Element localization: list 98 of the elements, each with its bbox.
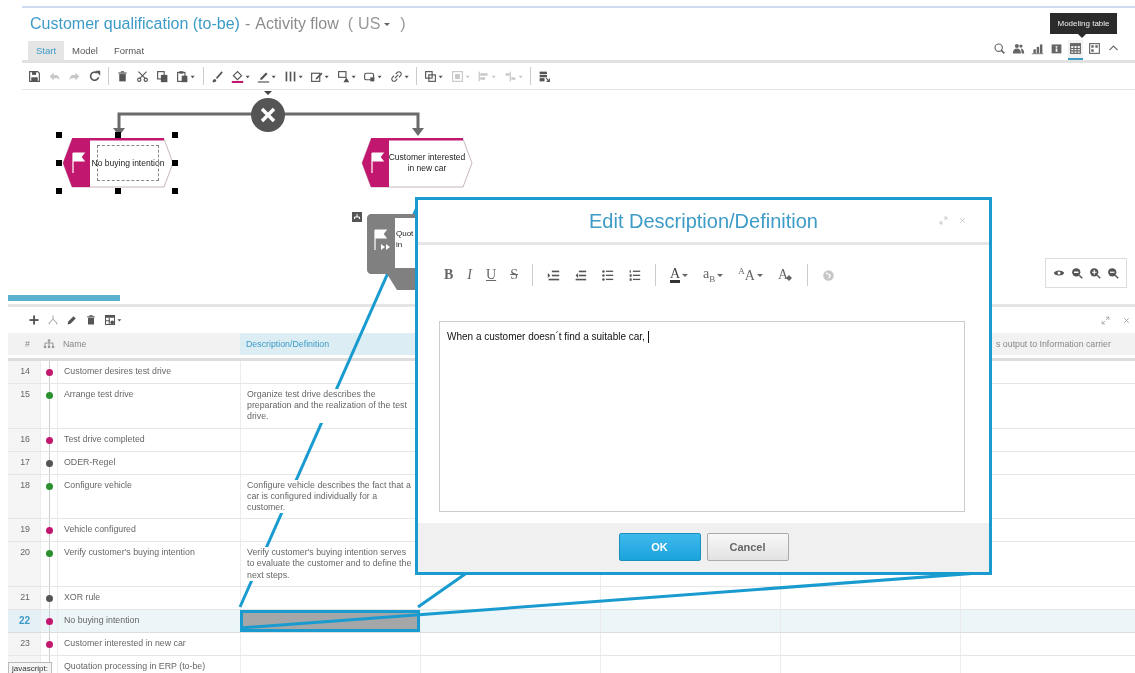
numbered-list-icon[interactable] — [627, 268, 641, 282]
zoom-in-icon[interactable] — [1089, 267, 1101, 279]
table-cell: Arrange test drive — [64, 389, 134, 399]
row-number: 23 — [8, 632, 40, 655]
caret-icon[interactable] — [681, 271, 690, 279]
row-number: 16 — [8, 428, 40, 451]
format-button[interactable]: a$_{B}$ — [703, 266, 725, 284]
table-cell: Test drive completed — [64, 433, 145, 444]
node-label: No buying intention — [90, 138, 166, 188]
column-header[interactable]: Name — [63, 339, 87, 349]
flag-icon — [374, 229, 388, 251]
row-number: 15 — [8, 384, 40, 428]
hierarchy-icon — [42, 339, 55, 349]
format-button[interactable]: S — [510, 267, 518, 283]
paint-bucket-icon[interactable] — [230, 69, 250, 83]
table-row[interactable]: 23 Customer interested in new car — [8, 632, 1135, 656]
table-cell: Vehicle configured — [64, 524, 136, 535]
zoom-out-icon[interactable] — [1107, 267, 1119, 279]
people-icon[interactable] — [1012, 42, 1025, 55]
table-cell: No buying intention — [64, 614, 140, 625]
event-node[interactable]: No buying intention — [62, 138, 174, 188]
format-button[interactable]: B — [444, 267, 454, 283]
selection-frame[interactable] — [56, 132, 180, 194]
table-cell: Quotation processing in ERP (to-be) — [64, 660, 206, 671]
shapes-icon[interactable] — [336, 69, 356, 83]
row-number: 22 — [8, 609, 40, 632]
scissors-icon[interactable] — [136, 69, 149, 83]
table-cell: ODER-Regel — [64, 456, 116, 467]
row-number: 20 — [8, 542, 40, 586]
table-cell: Customer desires test drive — [64, 366, 172, 376]
model-type: Activity flow — [255, 15, 339, 33]
row-number: 17 — [8, 451, 40, 474]
trash-icon[interactable] — [85, 314, 97, 326]
node-label: Customer interested in new car — [389, 151, 465, 175]
format-button[interactable]: A — [777, 267, 794, 283]
search-icon[interactable] — [993, 42, 1006, 55]
cancel-button[interactable]: Cancel — [706, 532, 789, 561]
flag-icon — [72, 152, 86, 174]
table-cell: Configure vehicle — [64, 479, 132, 490]
table-export-icon[interactable] — [538, 69, 551, 83]
zoom-reset-icon[interactable] — [1071, 267, 1083, 279]
eraser-icon — [785, 274, 794, 282]
row-number: 19 — [8, 519, 40, 542]
hierarchy-icon[interactable] — [352, 212, 362, 222]
columns-icon[interactable] — [283, 69, 303, 83]
xor-gate[interactable] — [251, 98, 285, 132]
table-cell: Verify customer's buying intention serves to evaluate the customer and to define the next steps. — [247, 547, 414, 581]
outdent-icon[interactable] — [573, 268, 587, 282]
table-cell: Verify customer's buying intention — [64, 547, 195, 558]
table-icon[interactable] — [1069, 42, 1082, 55]
process-interface-node[interactable]: Quot in — [367, 214, 415, 290]
event-node[interactable]: Customer interested in new car — [361, 138, 473, 188]
column-header[interactable]: # — [25, 339, 30, 349]
caret-icon[interactable] — [383, 20, 392, 28]
indent-icon[interactable] — [546, 268, 560, 282]
bullet-list-icon[interactable] — [600, 268, 614, 282]
node-label: Quot in — [396, 228, 415, 250]
trash-icon[interactable] — [116, 69, 129, 83]
save-icon[interactable] — [28, 69, 41, 83]
caret-icon[interactable] — [755, 271, 764, 279]
incoming-arrow-tip — [264, 91, 272, 95]
status-tooltip: javascript: — [8, 662, 52, 673]
table-row[interactable]: 21 XOR rule — [8, 586, 1135, 610]
dialog-title: Edit Description/Definition — [589, 209, 818, 233]
plus-icon[interactable] — [28, 314, 40, 326]
diagram-title: Customer qualification (to-be) — [30, 15, 240, 33]
table-icon[interactable] — [104, 314, 122, 326]
copy-icon[interactable] — [156, 69, 169, 83]
ribbon-tab[interactable]: Model — [64, 41, 106, 60]
info-icon[interactable] — [1050, 42, 1063, 55]
bar-chart-icon[interactable] — [1031, 42, 1044, 55]
ribbon-tab[interactable]: Format — [105, 41, 153, 60]
table-cell: Configure vehicle describes the fact that a car is configured individually for a customer. — [247, 479, 414, 514]
table-cell: Customer interested in new car — [64, 637, 186, 648]
text-editor-field[interactable]: When a customer doesn´t find a suitable car, — [439, 321, 965, 512]
pencil-icon[interactable] — [66, 314, 78, 326]
row-number: 14 — [8, 361, 40, 383]
format-button[interactable]: $^{A}$A — [738, 266, 764, 284]
link-icon[interactable] — [389, 69, 409, 83]
play-icon — [381, 244, 390, 250]
table-cell: XOR rule — [64, 591, 101, 602]
title-separator: - — [244, 15, 251, 33]
brush-icon[interactable] — [210, 69, 224, 83]
format-button[interactable]: A — [669, 267, 690, 283]
caret-icon[interactable] — [716, 271, 725, 279]
overlapping-squares-icon[interactable] — [424, 69, 444, 83]
paren: ( — [347, 15, 354, 33]
grid-layout-icon[interactable] — [1088, 42, 1101, 55]
format-button[interactable]: I — [467, 267, 472, 283]
paren: ) — [400, 15, 406, 33]
clipboard-icon[interactable] — [176, 69, 196, 83]
row-number: 21 — [8, 586, 40, 609]
format-button[interactable]: U — [486, 267, 497, 283]
flag-icon — [371, 152, 385, 174]
splitter-handle[interactable] — [8, 295, 120, 301]
column-header[interactable]: s output to Information carrier — [996, 339, 1111, 349]
row-number: 18 — [8, 474, 40, 519]
refresh-icon[interactable] — [88, 69, 101, 83]
